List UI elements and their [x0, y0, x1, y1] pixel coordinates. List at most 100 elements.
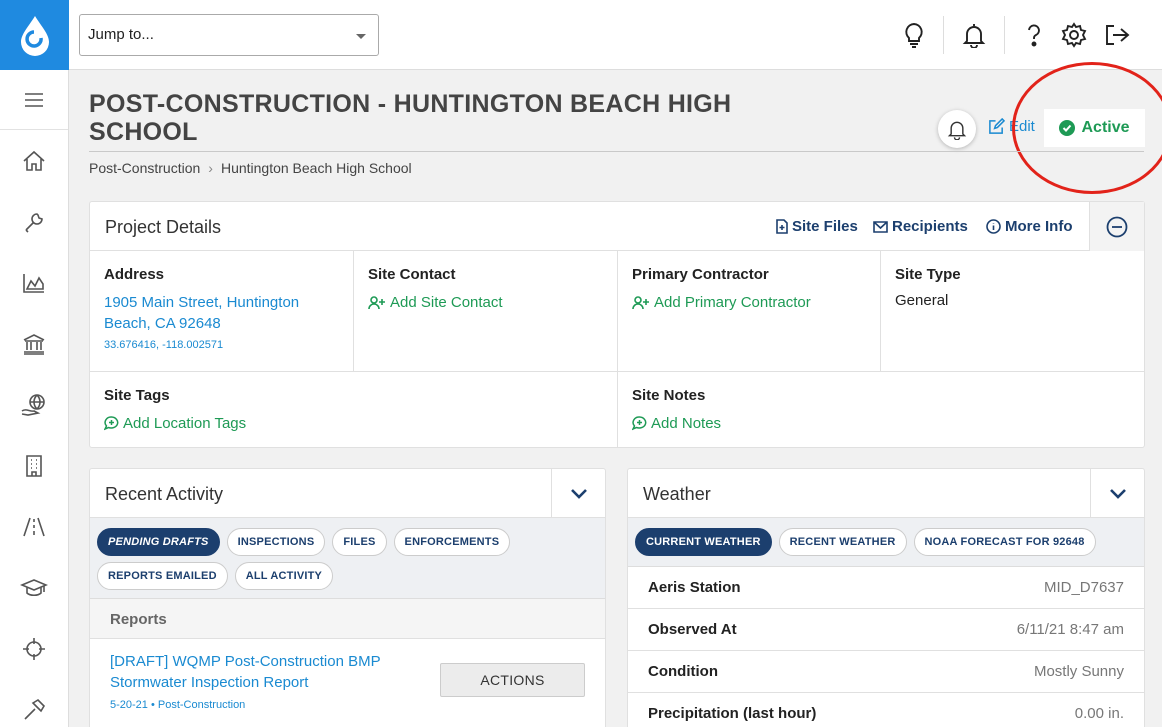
activity-tabs: PENDING DRAFTS INSPECTIONS FILES ENFORCE…: [90, 518, 605, 599]
nav-buildings[interactable]: [0, 435, 68, 496]
top-bar: Jump to...: [69, 0, 1162, 70]
weather-label: Aeris Station: [648, 579, 741, 596]
site-notes-cell: Site Notes Add Notes: [618, 372, 1144, 448]
bell-icon: [962, 24, 986, 48]
site-files-link[interactable]: Site Files: [776, 218, 858, 235]
weather-label: Observed At: [648, 621, 737, 638]
weather-label: Precipitation (last hour): [648, 705, 817, 722]
menu-icon: [25, 92, 43, 107]
address-line-2: Beach, CA 92648: [104, 315, 221, 332]
crosshairs-icon: [23, 637, 45, 660]
recipients-link[interactable]: Recipients: [873, 218, 968, 235]
add-site-contact-button[interactable]: Add Site Contact: [368, 292, 603, 313]
tab-enforcements[interactable]: ENFORCEMENTS: [393, 528, 511, 556]
wrench-icon: [25, 212, 43, 233]
divider: [943, 16, 944, 54]
weather-card: Weather CURRENT WEATHER RECENT WEATHER N…: [627, 468, 1145, 727]
gear-icon: [1061, 22, 1087, 48]
weather-value: Mostly Sunny: [1033, 663, 1124, 680]
nav-maintenance[interactable]: [0, 191, 68, 252]
nav-roads[interactable]: [0, 496, 68, 557]
tab-files[interactable]: FILES: [332, 528, 387, 556]
recipients-label: Recipients: [892, 218, 968, 235]
weather-value: MID_D7637: [1043, 579, 1124, 596]
weather-row: Aeris Station MID_D7637: [628, 567, 1144, 609]
notifications-button[interactable]: [959, 20, 989, 50]
site-tags-cell: Site Tags Add Location Tags: [90, 372, 618, 448]
card-title: Weather: [643, 484, 711, 504]
status-label: Active: [1081, 119, 1130, 136]
address-line-1: 1905 Main Street, Huntington: [104, 294, 300, 311]
card-title: Recent Activity: [105, 484, 224, 504]
nav-tools[interactable]: [0, 679, 68, 727]
help-button[interactable]: [1019, 20, 1049, 50]
weather-row: Precipitation (last hour) 0.00 in.: [628, 693, 1144, 727]
subscribe-notifications-button[interactable]: [938, 110, 976, 148]
collapse-button[interactable]: [1089, 202, 1144, 251]
recent-activity-card: Recent Activity PENDING DRAFTS INSPECTIO…: [89, 468, 606, 727]
breadcrumb-item[interactable]: Post-Construction: [89, 160, 200, 176]
edit-button[interactable]: Edit: [988, 118, 1035, 135]
divider: [89, 151, 1144, 152]
nav-map[interactable]: [0, 618, 68, 679]
edit-label: Edit: [1009, 118, 1035, 135]
help-icon: [1028, 24, 1040, 47]
nav-outreach[interactable]: [0, 374, 68, 435]
lightbulb-button[interactable]: [899, 20, 929, 50]
logout-button[interactable]: [1102, 20, 1132, 50]
tab-recent-weather[interactable]: RECENT WEATHER: [778, 528, 907, 556]
user-plus-icon: [632, 295, 649, 309]
expand-button[interactable]: [1090, 469, 1144, 518]
site-files-label: Site Files: [792, 218, 858, 235]
nav-reports[interactable]: [0, 252, 68, 313]
nav-facilities[interactable]: [0, 313, 68, 374]
site-type-cell: Site Type General: [881, 251, 1144, 372]
add-primary-contractor-label: Add Primary Contractor: [654, 294, 811, 311]
card-header: Recent Activity: [90, 469, 605, 518]
address-link[interactable]: 1905 Main Street, Huntington Beach, CA 9…: [104, 292, 339, 334]
settings-button[interactable]: [1059, 20, 1089, 50]
tab-inspections[interactable]: INSPECTIONS: [226, 528, 326, 556]
address-cell: Address 1905 Main Street, Huntington Bea…: [90, 251, 354, 372]
tab-all-activity[interactable]: ALL ACTIVITY: [234, 562, 334, 590]
more-info-label: More Info: [1005, 218, 1073, 235]
sidebar: [0, 0, 69, 727]
chevron-right-icon: ›: [208, 160, 213, 176]
primary-contractor-cell: Primary Contractor Add Primary Contracto…: [618, 251, 881, 372]
more-info-link[interactable]: More Info: [986, 218, 1073, 235]
nav-training[interactable]: [0, 557, 68, 618]
weather-tabs: CURRENT WEATHER RECENT WEATHER NOAA FORE…: [628, 518, 1144, 567]
report-link[interactable]: [DRAFT] WQMP Post-Construction BMP Storm…: [110, 651, 410, 693]
actions-button[interactable]: ACTIONS: [440, 663, 585, 697]
add-notes-button[interactable]: Add Notes: [632, 413, 1130, 434]
minus-circle-icon: [1106, 216, 1128, 237]
app-logo[interactable]: [0, 0, 69, 70]
tab-pending-drafts[interactable]: PENDING DRAFTS: [97, 528, 220, 556]
nav-home[interactable]: [0, 130, 68, 191]
comment-plus-icon: [104, 416, 119, 431]
weather-label: Condition: [648, 663, 718, 680]
globe-hand-icon: [21, 393, 45, 416]
tab-noaa-forecast[interactable]: NOAA FORECAST FOR 92648: [913, 528, 1096, 556]
menu-toggle-button[interactable]: [0, 70, 68, 130]
add-notes-label: Add Notes: [651, 415, 722, 432]
breadcrumb-item: Huntington Beach High School: [220, 160, 412, 176]
site-type-value: General: [895, 292, 949, 309]
site-type-label: Site Type: [895, 266, 961, 283]
jump-to-select[interactable]: Jump to...: [79, 14, 379, 56]
add-location-tags-button[interactable]: Add Location Tags: [104, 413, 603, 434]
weather-value: 6/11/21 8:47 am: [1016, 621, 1124, 638]
card-header: Weather: [628, 469, 1144, 518]
chevron-down-icon: [1109, 488, 1126, 499]
check-circle-icon: [1059, 120, 1076, 136]
tab-reports-emailed[interactable]: REPORTS EMAILED: [97, 562, 228, 590]
site-contact-label: Site Contact: [368, 266, 456, 283]
add-primary-contractor-button[interactable]: Add Primary Contractor: [632, 292, 866, 313]
institution-icon: [23, 333, 45, 355]
expand-button[interactable]: [551, 469, 605, 518]
status-badge[interactable]: Active: [1044, 109, 1145, 147]
hammer-icon: [24, 698, 46, 720]
weather-row: Condition Mostly Sunny: [628, 651, 1144, 693]
chevron-down-icon: [356, 34, 366, 39]
tab-current-weather[interactable]: CURRENT WEATHER: [635, 528, 772, 556]
